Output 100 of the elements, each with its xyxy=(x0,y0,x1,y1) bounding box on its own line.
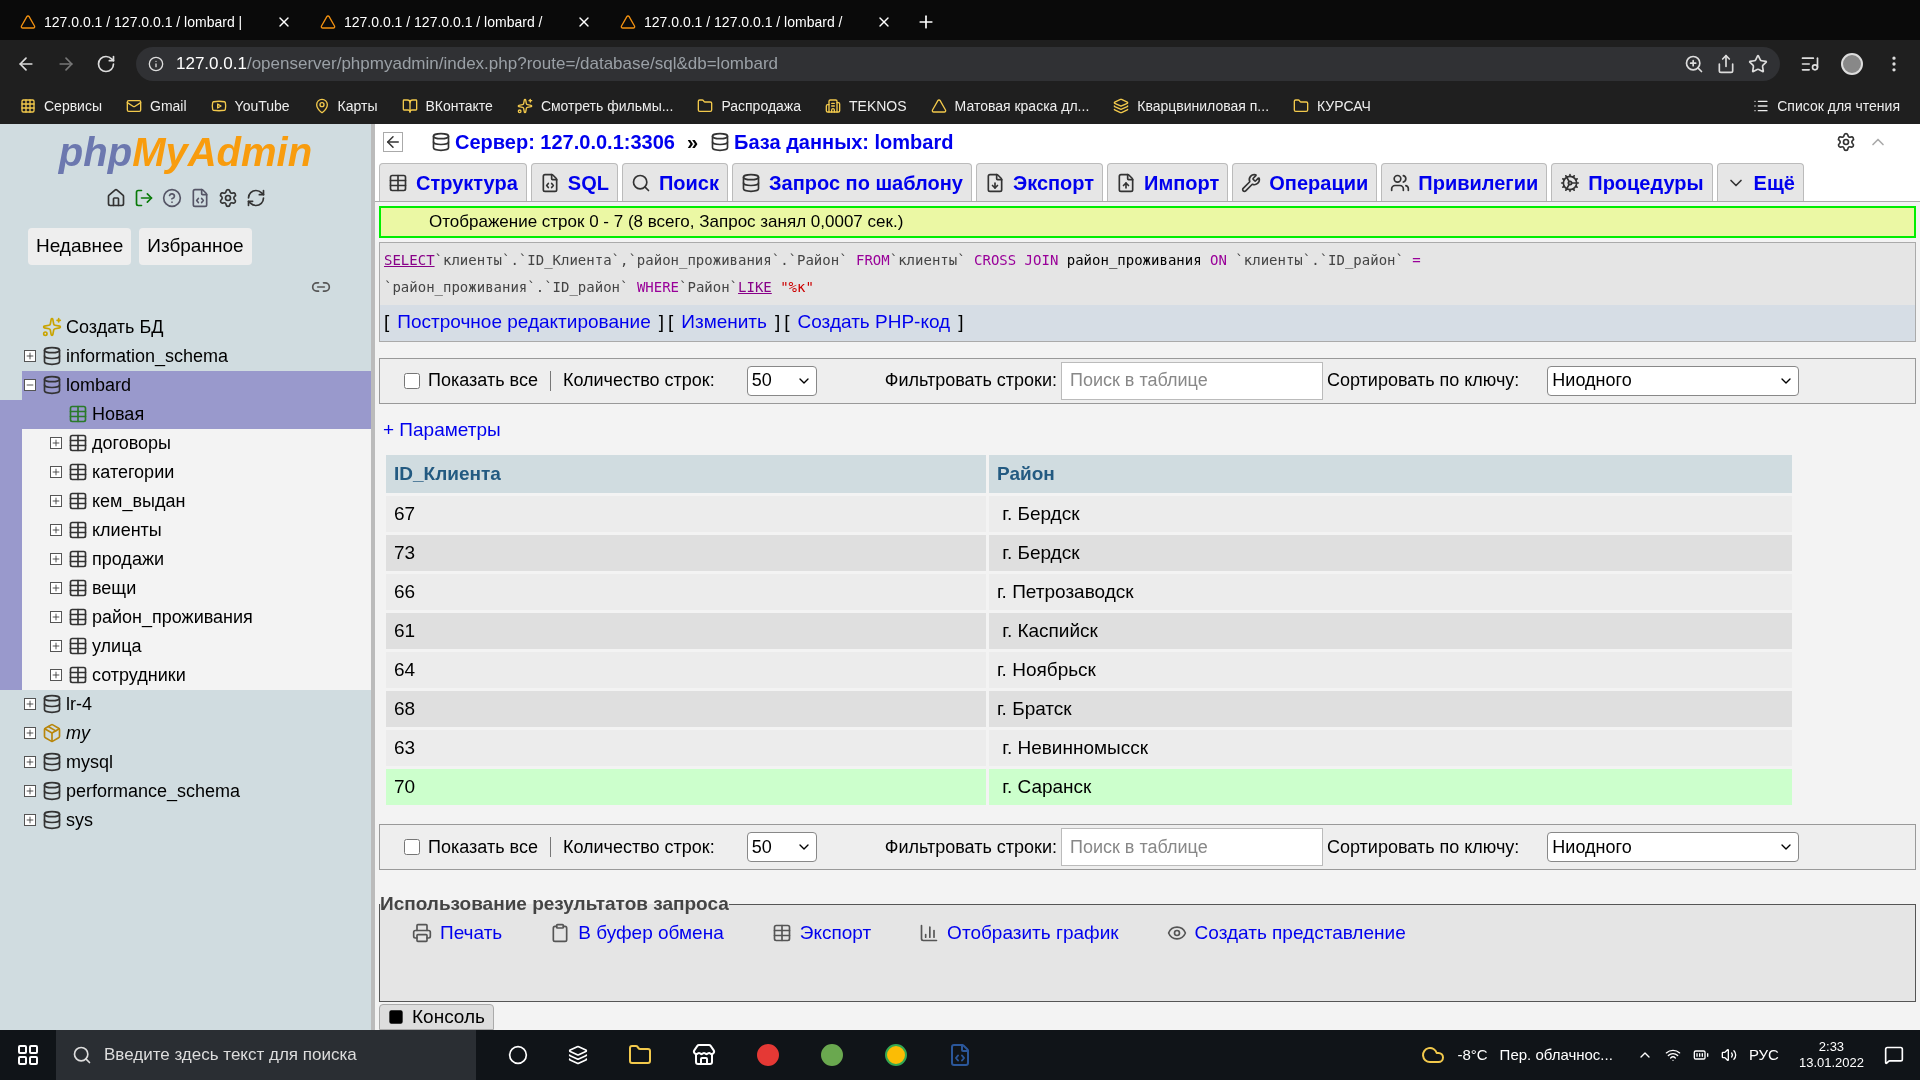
sort-select[interactable]: Ниодного xyxy=(1547,832,1800,862)
task-view-icon[interactable] xyxy=(568,1045,588,1065)
collapse-icon[interactable] xyxy=(24,379,36,391)
sort-select[interactable]: Ниодного xyxy=(1547,365,1800,396)
browser-tab[interactable]: 127.0.0.1 / 127.0.0.1 / lombard / xyxy=(608,4,904,40)
expand-icon[interactable] xyxy=(24,727,36,739)
nav-tab[interactable]: Структура xyxy=(379,163,527,201)
table-row[interactable]: 67 г. Бердск xyxy=(386,496,1792,532)
nav-tab[interactable]: Поиск xyxy=(621,163,728,201)
sidebar-button[interactable]: Избранное xyxy=(139,228,252,265)
tree-item[interactable]: information_schema xyxy=(22,341,371,371)
bookmark[interactable]: Сервисы xyxy=(20,95,102,117)
bookmark[interactable]: Матовая краска дл... xyxy=(930,95,1090,117)
star-icon[interactable] xyxy=(1748,54,1768,74)
result-action-link[interactable]: Отобразить график xyxy=(919,918,1119,947)
nav-tab[interactable]: SQL xyxy=(530,163,618,201)
language[interactable]: РУС xyxy=(1748,1043,1779,1067)
server-link[interactable]: Сервер: 127.0.0.1:3306 xyxy=(431,127,675,157)
column-header[interactable]: Район xyxy=(989,455,1792,493)
home-icon[interactable] xyxy=(105,188,126,208)
result-action-link[interactable]: В буфер обмена xyxy=(550,918,724,947)
browser-tab[interactable]: 127.0.0.1 / 127.0.0.1 / lombard / xyxy=(308,4,604,40)
exit-icon[interactable] xyxy=(133,188,154,208)
filter-field[interactable]: Поиск в таблице xyxy=(1061,828,1323,866)
tree-item[interactable]: lr-4 xyxy=(22,689,371,719)
expand-icon[interactable] xyxy=(50,553,62,565)
wifi-icon[interactable] xyxy=(1664,1047,1681,1063)
tree-item[interactable]: sys xyxy=(22,805,371,835)
settings-icon[interactable] xyxy=(1836,132,1856,152)
bookmark[interactable]: Gmail xyxy=(126,95,187,117)
expand-icon[interactable] xyxy=(50,640,62,652)
bookmark[interactable]: Карты xyxy=(313,95,378,117)
bookmark[interactable]: YouTube xyxy=(210,95,290,117)
bookmark[interactable]: Распродажа xyxy=(697,95,801,117)
expand-icon[interactable] xyxy=(50,669,62,681)
start-icon[interactable] xyxy=(16,1043,40,1067)
expand-icon[interactable] xyxy=(50,495,62,507)
nav-tab[interactable]: Импорт xyxy=(1107,163,1229,201)
expand-icon[interactable] xyxy=(50,582,62,594)
collapse-icon[interactable] xyxy=(383,132,403,152)
nav-tab[interactable]: Ещё xyxy=(1716,163,1804,201)
database-link[interactable]: База данных: lombard xyxy=(710,127,954,157)
table-row[interactable]: 61 г. Каспийск xyxy=(386,613,1792,649)
nav-tab[interactable]: Запрос по шаблону xyxy=(732,163,972,201)
address-bar[interactable]: 127.0.0.1/openserver/phpmyadmin/index.php?route=/database/sql&db=lombard xyxy=(136,47,1780,81)
expand-icon[interactable] xyxy=(24,756,36,768)
reload-icon[interactable] xyxy=(245,188,266,208)
expand-icon[interactable] xyxy=(50,437,62,449)
sidebar-button[interactable]: Недавнее xyxy=(28,228,132,265)
table-row[interactable]: 73 г. Бердск xyxy=(386,535,1792,571)
bookmark[interactable]: TEKNOS xyxy=(825,95,907,117)
bookmark[interactable]: Кварцвиниловая п... xyxy=(1113,95,1270,117)
folder-icon[interactable] xyxy=(628,1043,652,1067)
nav-tab[interactable]: Операции xyxy=(1232,163,1378,201)
table-row[interactable]: 66 г. Петрозаводск xyxy=(386,574,1792,610)
filter-field[interactable]: Поиск в таблице xyxy=(1061,361,1323,400)
show-all-checkbox[interactable] xyxy=(404,839,420,855)
browser-tab[interactable]: 127.0.0.1 / 127.0.0.1 / lombard | xyxy=(8,4,304,40)
volume-icon[interactable] xyxy=(1720,1047,1737,1063)
battery-icon[interactable] xyxy=(1692,1047,1709,1063)
table-row[interactable]: 68 г. Братск xyxy=(386,691,1792,727)
expand-icon[interactable] xyxy=(50,466,62,478)
console-tab[interactable]: Консоль xyxy=(379,1004,494,1030)
expand-icon[interactable] xyxy=(24,350,36,362)
result-action-link[interactable]: Печать xyxy=(412,918,503,947)
share-icon[interactable] xyxy=(1716,54,1736,74)
avatar-icon[interactable] xyxy=(1840,52,1864,76)
nav-tab[interactable]: Привилегии xyxy=(1381,163,1548,201)
nav-tab[interactable]: Процедуры xyxy=(1551,163,1713,201)
tree-item[interactable]: my xyxy=(22,718,371,748)
table-row[interactable]: 63 г. Невинномысск xyxy=(386,730,1792,766)
zoom-icon[interactable] xyxy=(1684,54,1704,74)
store-icon[interactable] xyxy=(692,1043,716,1067)
bookmark[interactable]: КУРСАЧ xyxy=(1293,95,1371,117)
tree-item[interactable]: mysql xyxy=(22,747,371,777)
result-action-link[interactable]: Экспорт xyxy=(771,918,872,947)
result-action-link[interactable]: Создать представление xyxy=(1166,918,1406,947)
help-icon[interactable] xyxy=(161,188,182,208)
bookmark[interactable]: ВКонтакте xyxy=(401,95,493,117)
tree-item[interactable]: Создать БД xyxy=(22,312,371,342)
table-row[interactable]: 70 г. Саранск xyxy=(386,769,1792,805)
expand-icon[interactable] xyxy=(24,785,36,797)
table-row[interactable]: 64 г. Ноябрьск xyxy=(386,652,1792,688)
query-action-link[interactable]: Изменить xyxy=(681,308,767,337)
reload-icon[interactable] xyxy=(96,54,116,74)
column-header[interactable]: ID_Клиента xyxy=(386,455,986,493)
taskbar-search[interactable]: Введите здесь текст для поиска xyxy=(56,1030,476,1080)
nav-tab[interactable]: Экспорт xyxy=(975,163,1104,201)
expand-icon[interactable] xyxy=(50,524,62,536)
reading-list[interactable]: Список для чтения xyxy=(1753,95,1900,117)
rows-count-select[interactable]: 50 xyxy=(746,832,817,862)
media-icon[interactable] xyxy=(1800,54,1820,74)
query-action-link[interactable]: Создать PHP-код xyxy=(797,308,951,337)
expand-icon[interactable] xyxy=(24,698,36,710)
expand-icon[interactable] xyxy=(24,814,36,826)
tree-item[interactable]: lombard xyxy=(22,370,371,400)
bookmark[interactable]: Смотреть фильмы... xyxy=(516,95,674,117)
query-action-link[interactable]: Построчное редактирование xyxy=(397,308,651,337)
show-all-checkbox[interactable] xyxy=(404,372,420,389)
rows-count-select[interactable]: 50 xyxy=(746,365,817,396)
